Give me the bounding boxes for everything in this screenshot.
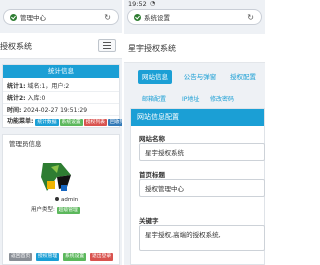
tab-change-password[interactable]: 修改密码 — [210, 94, 234, 103]
keywords-input[interactable]: 星宇授权,高端的授权系统, — [139, 225, 265, 251]
site-info-form: 网站信息配置 网站名称 星宇授权系统 首页标题 授权管理中心 关键字 星宇授权,… — [130, 108, 265, 265]
admin-action-button[interactable]: 返回首页 — [9, 253, 33, 261]
left-phone-screen: 管理中心 ↻ 授权系统 统计信息 统计1: 域名:1，用户:2 统计2: 入库:… — [0, 0, 122, 265]
tab-email-config[interactable]: 邮箱配置 — [142, 94, 166, 103]
tab-announcement[interactable]: 公告与弹窗 — [178, 70, 222, 84]
menu-toggle-button[interactable] — [98, 39, 116, 52]
home-title-input[interactable]: 授权管理中心 — [139, 179, 265, 197]
menu-badge[interactable]: 授权列表 — [83, 119, 107, 126]
user-type-row: 用户类型: 超级管理 — [31, 207, 80, 214]
admin-action-button[interactable]: 系统设置 — [63, 253, 87, 261]
tab-auth-config[interactable]: 授权配置 — [226, 70, 260, 84]
form-title: 网站信息配置 — [131, 109, 264, 126]
admin-card-title: 管理员信息 — [9, 140, 42, 148]
page-header: 星宇授权系统 — [124, 34, 265, 63]
address-text: 系统设置 — [144, 14, 170, 22]
user-type-badge: 超级管理 — [56, 207, 80, 214]
user-icon — [55, 197, 59, 201]
stats-row: 时间: 2024-02-27 19:51:29 — [7, 107, 88, 114]
address-bar[interactable]: 系统设置 ↻ — [127, 9, 262, 25]
tab-site-info[interactable]: 网站信息 — [138, 70, 172, 84]
admin-avatar — [37, 157, 77, 197]
stats-row: 统计2: 入库:0 — [7, 95, 46, 102]
secure-lock-icon — [10, 14, 17, 21]
admin-username: admin — [55, 197, 78, 203]
brand-title: 授权系统 — [0, 42, 32, 51]
menu-badge[interactable]: 系统设置 — [59, 119, 83, 126]
keywords-label: 关键字 — [139, 217, 159, 225]
brand-title: 星宇授权系统 — [128, 44, 176, 53]
admin-info-card: 管理员信息 admin 用户类型: 超级管理 返回首页 授权管理 系统设置 退出登录 — [2, 134, 120, 265]
admin-action-button[interactable]: 退出登录 — [90, 253, 114, 261]
secure-lock-icon — [134, 14, 141, 21]
menu-row: 功能菜单: 统计数据系统设置授权列表回收列表 — [7, 116, 122, 126]
site-name-label: 网站名称 — [139, 135, 165, 143]
admin-action-button[interactable]: 授权管理 — [36, 253, 60, 261]
right-phone-screen: 19:52 ◔ 系统设置 ↻ 星宇授权系统 网站信息 公告与弹窗 授权配置 邮箱… — [124, 0, 265, 265]
notification-icon: ◔ — [150, 0, 156, 7]
home-title-label: 首页标题 — [139, 171, 165, 179]
reload-icon[interactable]: ↻ — [104, 10, 111, 26]
reload-icon[interactable]: ↻ — [247, 10, 254, 26]
stats-card: 统计信息 统计1: 域名:1，用户:2 统计2: 入库:0 时间: 2024-0… — [2, 64, 122, 128]
menu-badge[interactable]: 统计数据 — [35, 119, 59, 126]
address-bar[interactable]: 管理中心 ↻ — [3, 9, 119, 25]
stats-row: 统计1: 域名:1，用户:2 — [7, 83, 70, 90]
stats-card-title: 统计信息 — [3, 65, 119, 78]
address-text: 管理中心 — [20, 14, 46, 22]
tab-ip-address[interactable]: IP地址 — [182, 94, 199, 103]
site-name-input[interactable]: 星宇授权系统 — [139, 143, 265, 161]
status-time: 19:52 — [128, 0, 147, 8]
menu-badge[interactable]: 回收列表 — [107, 119, 122, 126]
page-header: 授权系统 — [0, 33, 122, 59]
